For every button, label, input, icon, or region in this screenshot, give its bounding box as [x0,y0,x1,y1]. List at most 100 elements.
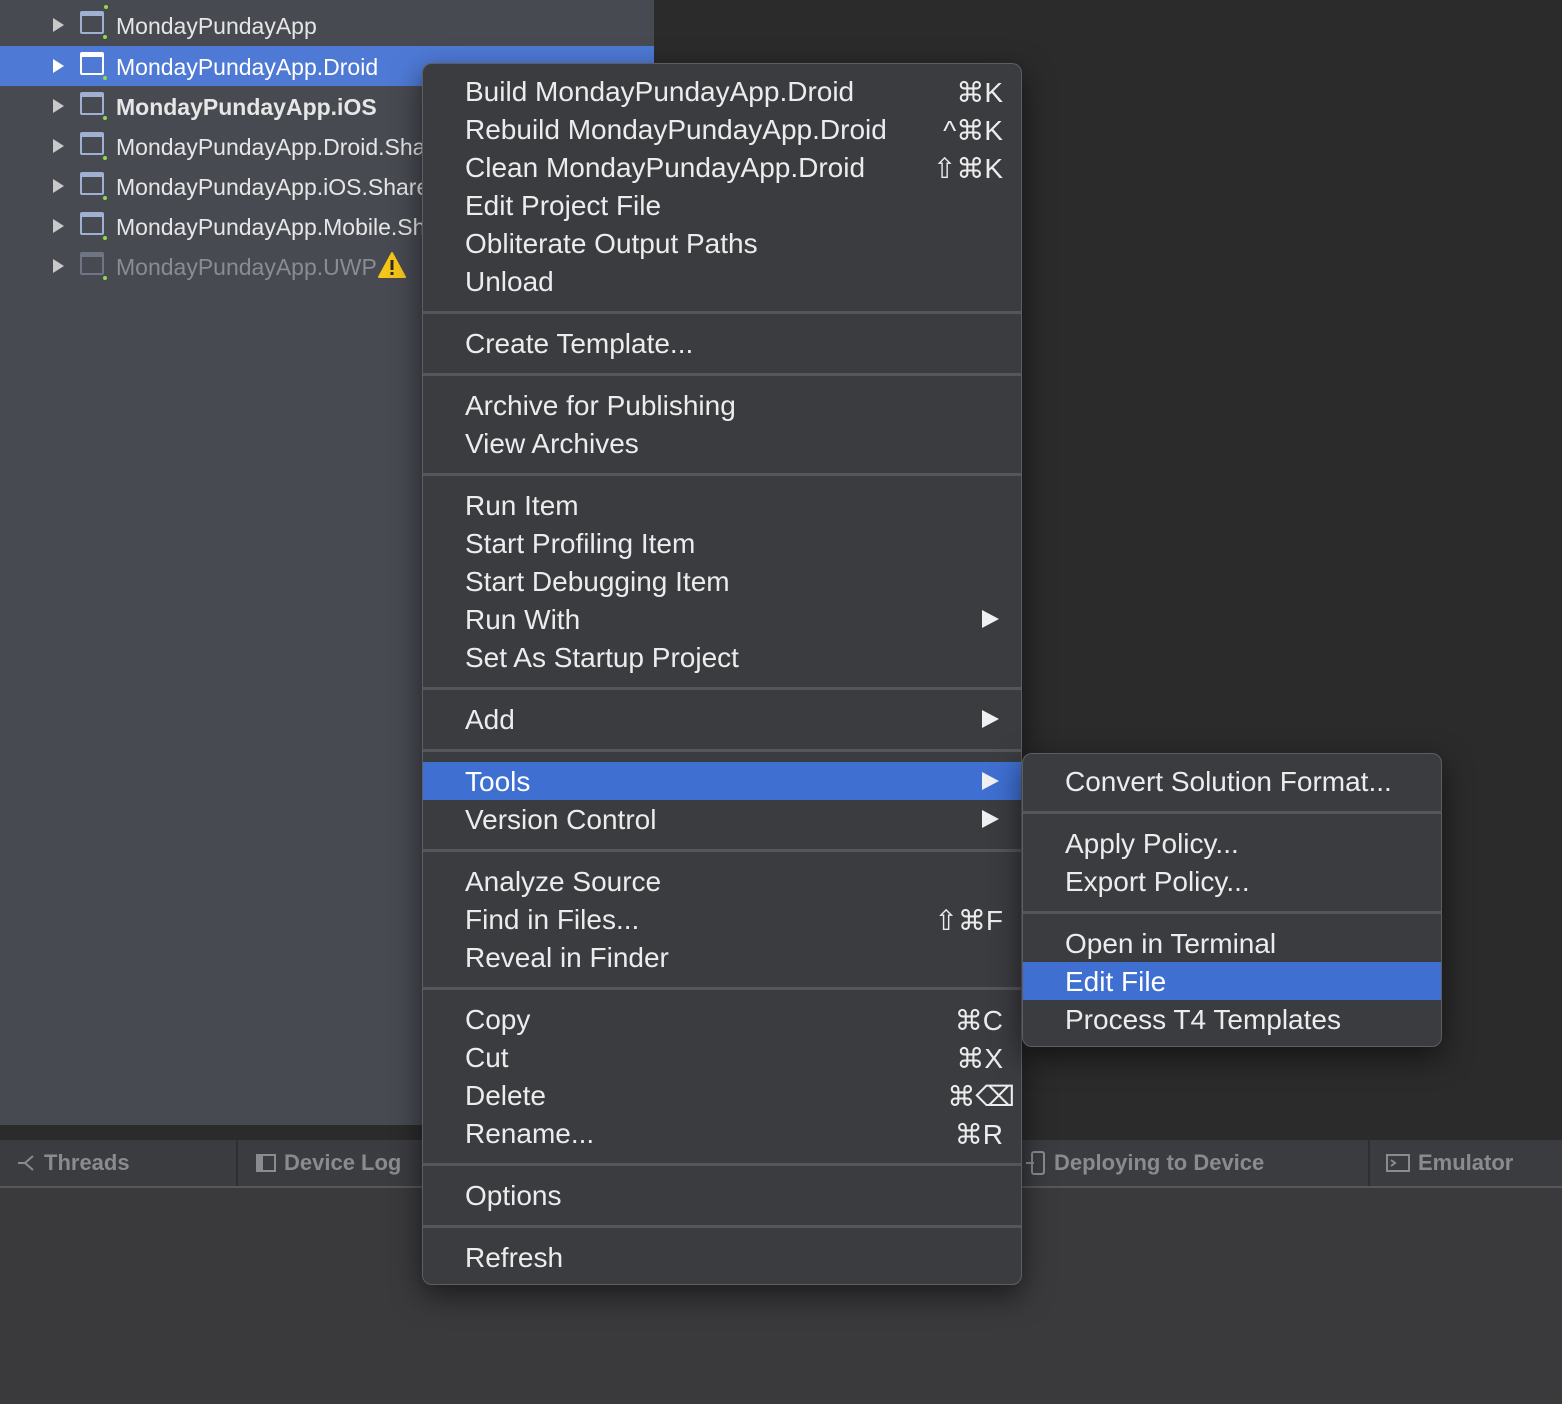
disclosure-triangle-icon[interactable] [53,179,64,193]
disclosure-triangle-icon[interactable] [53,18,64,32]
tab-divider [236,1140,238,1186]
menu-item-label: Rebuild MondayPundayApp.Droid [465,114,887,145]
menu-item-edit-file[interactable]: Edit File [1023,962,1441,1000]
disclosure-triangle-icon[interactable] [53,219,64,233]
disclosure-triangle-icon[interactable] [53,59,64,73]
menu-item-set-as-startup-project[interactable]: Set As Startup Project [423,638,1021,676]
menu-separator [423,311,1021,314]
menu-item-label: Add [465,704,515,735]
menu-item-label: Convert Solution Format... [1065,766,1392,797]
menu-item-process-t4-templates[interactable]: Process T4 Templates [1023,1000,1441,1038]
project-icon [80,5,108,39]
tab-emulator[interactable]: Emulator [1386,1140,1513,1186]
tab-deploying-to-device[interactable]: Deploying to Device [1026,1140,1264,1186]
tab-label: Device Log [284,1150,402,1175]
device-log-icon [256,1154,276,1172]
disclosure-triangle-icon[interactable] [53,99,64,113]
submenu-arrow-icon [982,810,999,828]
shortcut-label: ⌘⌫ [947,1081,1015,1112]
project-icon [80,172,107,200]
menu-item-label: Create Template... [465,328,694,359]
menu-item-tools[interactable]: Tools [423,762,1021,800]
tree-item-label: MondayPundayApp.Mobile.Sha [116,214,439,240]
menu-item-label: Analyze Source [465,866,662,897]
menu-item-build[interactable]: Build MondayPundayApp.Droid ⌘K [423,72,1021,110]
menu-item-apply-policy[interactable]: Apply Policy... [1023,824,1441,862]
menu-item-version-control[interactable]: Version Control [423,800,1021,838]
project-icon [80,92,107,120]
menu-item-obliterate-output-paths[interactable]: Obliterate Output Paths [423,224,1021,262]
tree-item-mondaypundayapp[interactable]: MondayPundayApp [0,5,654,45]
menu-item-start-profiling-item[interactable]: Start Profiling Item [423,524,1021,562]
tree-item-label: MondayPundayApp.Droid.Shar [116,134,434,160]
menu-item-view-archives[interactable]: View Archives [423,424,1021,462]
tree-item-label: MondayPundayApp.iOS.Sharec [116,174,441,200]
device-icon [1026,1151,1045,1175]
menu-item-label: Copy [465,1004,531,1035]
menu-item-export-policy[interactable]: Export Policy... [1023,862,1441,900]
menu-separator [423,1163,1021,1166]
tab-label: Deploying to Device [1054,1150,1265,1175]
menu-item-run-item[interactable]: Run Item [423,486,1021,524]
menu-item-add[interactable]: Add [423,700,1021,738]
menu-item-label: Set As Startup Project [465,642,739,673]
tree-item-label: MondayPundayApp.UWP [116,254,377,280]
menu-separator [423,749,1021,752]
menu-item-label: Refresh [465,1242,564,1273]
menu-item-label: Cut [465,1042,509,1073]
project-icon [80,52,107,80]
menu-item-label: Unload [465,266,554,297]
tab-device-log[interactable]: Device Log [256,1140,401,1186]
menu-item-create-template[interactable]: Create Template... [423,324,1021,362]
project-context-menu: Build MondayPundayApp.Droid ⌘K Rebuild M… [422,63,1022,1285]
shortcut-label: ⌘K [956,77,1003,108]
tab-threads[interactable]: Threads [16,1140,130,1186]
menu-item-edit-project-file[interactable]: Edit Project File [423,186,1021,224]
menu-item-refresh[interactable]: Refresh [423,1238,1021,1276]
menu-item-delete[interactable]: Delete ⌘⌫ [423,1076,1021,1114]
menu-item-label: Edit Project File [465,190,662,221]
disclosure-triangle-icon[interactable] [53,259,64,273]
warning-icon [378,252,406,278]
menu-item-run-with[interactable]: Run With [423,600,1021,638]
menu-item-label: Start Profiling Item [465,528,696,559]
shortcut-label: ^⌘K [943,115,1003,146]
menu-item-options[interactable]: Options [423,1176,1021,1214]
project-icon [80,252,107,280]
shortcut-label: ⇧⌘K [932,153,1003,184]
menu-separator [1023,811,1441,814]
menu-item-label: Tools [465,766,531,797]
menu-separator [423,1225,1021,1228]
menu-item-archive-for-publishing[interactable]: Archive for Publishing [423,386,1021,424]
shortcut-label: ⌘R [954,1119,1003,1150]
menu-item-rename[interactable]: Rename... ⌘R [423,1114,1021,1152]
menu-item-analyze-source[interactable]: Analyze Source [423,862,1021,900]
tree-item-label: MondayPundayApp.iOS [116,94,377,120]
menu-item-rebuild[interactable]: Rebuild MondayPundayApp.Droid ^⌘K [423,110,1021,148]
tab-divider [1368,1140,1370,1186]
menu-item-label: Open in Terminal [1065,928,1277,959]
tools-submenu: Convert Solution Format... Apply Policy.… [1022,753,1442,1047]
menu-item-unload[interactable]: Unload [423,262,1021,300]
menu-item-copy[interactable]: Copy ⌘C [423,1000,1021,1038]
menu-item-label: Version Control [465,804,657,835]
project-icon [80,212,107,240]
shortcut-label: ⌘C [954,1005,1003,1036]
tree-item-label: MondayPundayApp [116,13,317,39]
tab-label: Threads [44,1150,130,1175]
menu-item-cut[interactable]: Cut ⌘X [423,1038,1021,1076]
menu-item-open-in-terminal[interactable]: Open in Terminal [1023,924,1441,962]
menu-item-label: Rename... [465,1118,595,1149]
disclosure-triangle-icon[interactable] [53,139,64,153]
menu-item-reveal-in-finder[interactable]: Reveal in Finder [423,938,1021,976]
menu-separator [1023,911,1441,914]
menu-item-label: Find in Files... [465,904,640,935]
menu-separator [423,987,1021,990]
emulator-icon [1386,1154,1410,1172]
submenu-arrow-icon [982,772,999,790]
menu-item-convert-solution-format[interactable]: Convert Solution Format... [1023,762,1441,800]
menu-item-clean[interactable]: Clean MondayPundayApp.Droid ⇧⌘K [423,148,1021,186]
menu-item-find-in-files[interactable]: Find in Files... ⇧⌘F [423,900,1021,938]
menu-item-start-debugging-item[interactable]: Start Debugging Item [423,562,1021,600]
menu-item-label: Reveal in Finder [465,942,669,973]
